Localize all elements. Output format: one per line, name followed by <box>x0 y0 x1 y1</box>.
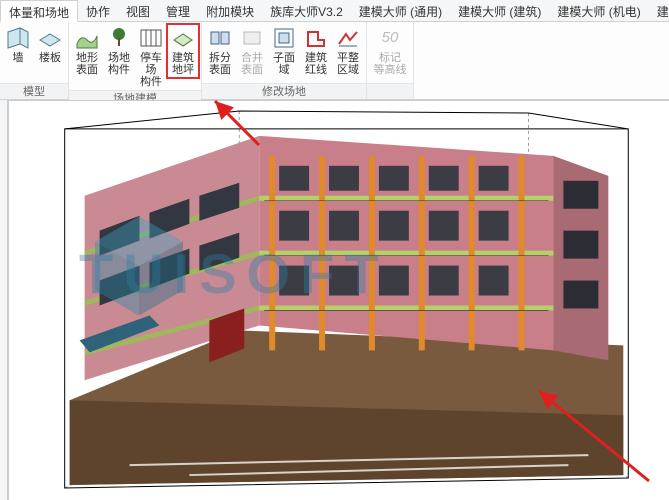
parking-icon <box>139 26 163 50</box>
tab-collaborate[interactable]: 协作 <box>78 0 118 21</box>
wall-button[interactable]: 墙 <box>2 24 34 78</box>
terrain-label: 地形表面 <box>72 52 102 76</box>
subregion-label: 子面域 <box>269 52 299 76</box>
group-label-modify-site: 修改场地 <box>202 83 366 99</box>
group-label-label <box>367 83 413 99</box>
property-line-button[interactable]: 建筑红线 <box>300 24 332 78</box>
site-component-label: 场地构件 <box>108 52 130 76</box>
group-label-model: 模型 <box>0 83 68 99</box>
tab-model-master-mep[interactable]: 建模大师 (机电) <box>549 0 648 21</box>
split-surface-button[interactable]: 拆分表面 <box>204 24 236 78</box>
ribbon-group-modify-site: 拆分表面 合并表面 子面域 建筑红线 <box>202 22 367 99</box>
parking-label: 停车场构件 <box>136 52 166 88</box>
wall-icon <box>6 26 30 50</box>
tab-family-master[interactable]: 族库大师V3.2 <box>262 0 351 21</box>
site-component-icon <box>107 26 131 50</box>
split-icon <box>208 26 232 50</box>
graded-region-label: 平整区域 <box>337 52 359 76</box>
ribbon-tabbar: 体量和场地 协作 视图 管理 附加模块 族库大师V3.2 建模大师 (通用) 建… <box>0 0 669 22</box>
tab-manage[interactable]: 管理 <box>158 0 198 21</box>
viewport[interactable]: TUISOFT <box>0 100 669 500</box>
tab-view[interactable]: 视图 <box>118 0 158 21</box>
ribbon-group-site-model: 地形表面 场地构件 停车场构件 建筑地坪 场地建模 <box>69 22 202 99</box>
floor-icon <box>38 26 62 50</box>
label-contour-icon: 50 <box>372 26 408 50</box>
tab-massing-site[interactable]: 体量和场地 <box>0 0 78 22</box>
terrain-icon <box>75 26 99 50</box>
property-line-icon <box>304 26 328 50</box>
tab-model-master-general[interactable]: 建模大师 (通用) <box>351 0 450 21</box>
building-pad-label: 建筑地坪 <box>172 52 194 76</box>
parking-button[interactable]: 停车场构件 <box>135 24 167 90</box>
tab-model-master-const[interactable]: 建模大师 (施工) <box>649 0 669 21</box>
floor-label: 楼板 <box>39 52 61 76</box>
ribbon-group-label: 50 标记等高线 <box>367 22 414 99</box>
merge-surface-button: 合并表面 <box>236 24 268 78</box>
merge-icon <box>240 26 264 50</box>
building-pad-button[interactable]: 建筑地坪 <box>167 24 199 78</box>
viewport-canvas[interactable]: TUISOFT <box>8 100 669 500</box>
tab-addins[interactable]: 附加模块 <box>198 0 262 21</box>
viewport-left-margin <box>0 100 8 500</box>
graded-region-icon <box>336 26 360 50</box>
subregion-button[interactable]: 子面域 <box>268 24 300 78</box>
model-3d-view[interactable] <box>9 101 669 500</box>
graded-region-button[interactable]: 平整区域 <box>332 24 364 78</box>
floor-button[interactable]: 楼板 <box>34 24 66 78</box>
label-contour-button: 50 标记等高线 <box>369 24 411 78</box>
tab-model-master-arch[interactable]: 建模大师 (建筑) <box>450 0 549 21</box>
merge-label: 合并表面 <box>241 52 263 76</box>
label-contour-label: 标记等高线 <box>374 52 407 76</box>
split-label: 拆分表面 <box>209 52 231 76</box>
building-pad-icon <box>171 26 195 50</box>
ribbon: 墙 楼板 模型 地形表面 场地构件 <box>0 22 669 100</box>
subregion-icon <box>272 26 296 50</box>
property-line-label: 建筑红线 <box>305 52 327 76</box>
terrain-button[interactable]: 地形表面 <box>71 24 103 78</box>
wall-label: 墙 <box>13 52 24 76</box>
ribbon-group-model: 墙 楼板 模型 <box>0 22 69 99</box>
site-component-button[interactable]: 场地构件 <box>103 24 135 78</box>
